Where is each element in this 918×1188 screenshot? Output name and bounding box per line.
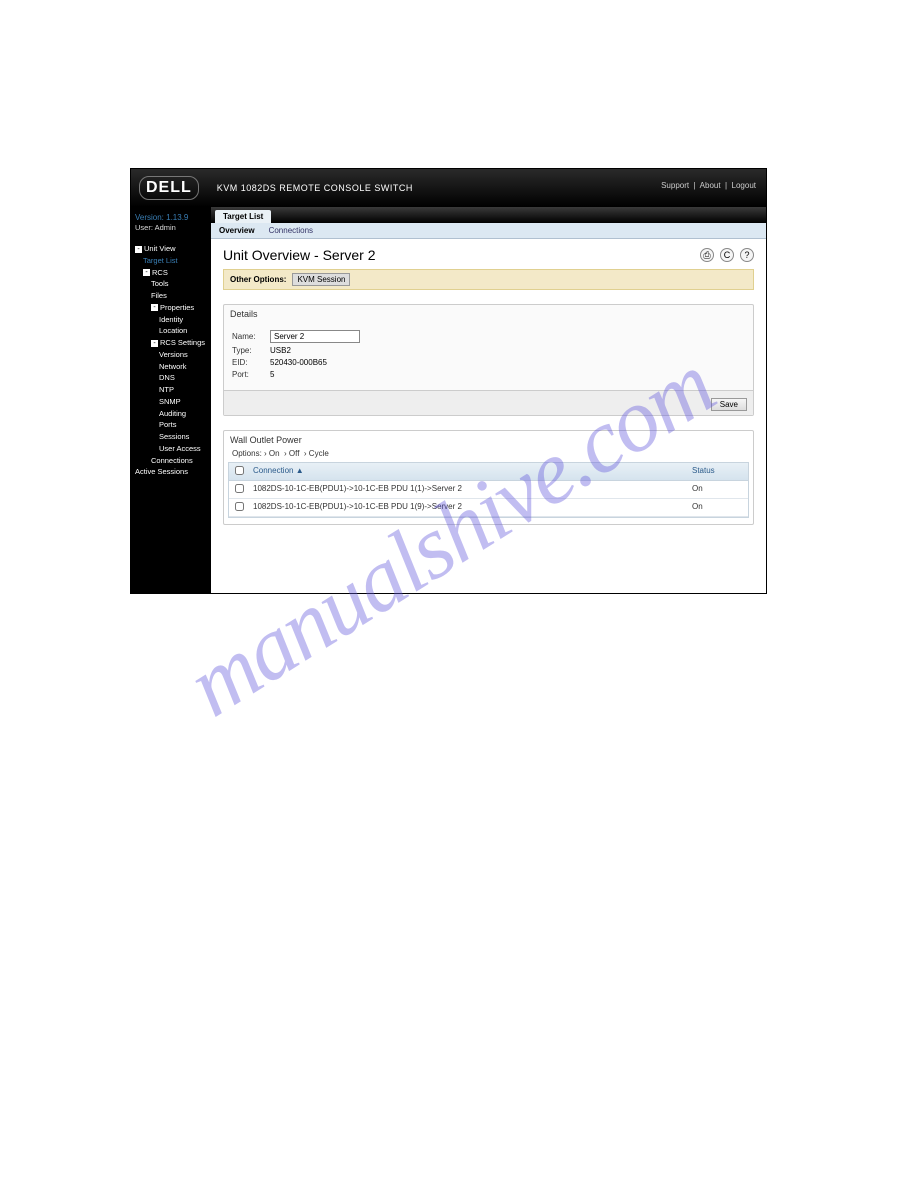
select-all-checkbox[interactable] [235, 466, 244, 475]
nav-dns[interactable]: DNS [135, 372, 207, 384]
collapse-icon[interactable]: - [151, 304, 158, 311]
nav-network[interactable]: Network [135, 361, 207, 373]
collapse-icon[interactable]: - [143, 269, 150, 276]
subtab-overview[interactable]: Overview [219, 226, 255, 235]
nav-target-list[interactable]: Target List [135, 255, 207, 267]
other-options-label: Other Options: [230, 275, 286, 284]
title-icons: ⎙ C ? [700, 248, 754, 262]
table-header: Connection ▲ Status [229, 463, 748, 481]
product-title: KVM 1082DS REMOTE CONSOLE SWITCH [217, 183, 413, 193]
detail-port-row: Port: 5 [232, 370, 745, 379]
details-body: Name: Type: USB2 EID: 520430-000B65 P [224, 323, 753, 390]
type-value: USB2 [270, 346, 291, 355]
tab-bar: Target List [211, 207, 766, 223]
col-connection[interactable]: Connection ▲ [249, 463, 688, 480]
sub-tab-bar: Overview Connections [211, 223, 766, 239]
collapse-icon[interactable]: - [151, 340, 158, 347]
eid-label: EID: [232, 358, 262, 367]
col-status[interactable]: Status [688, 463, 748, 480]
details-panel: Details Name: Type: USB2 EID: 520430-00 [223, 304, 754, 416]
port-value: 5 [270, 370, 274, 379]
refresh-icon[interactable]: C [720, 248, 734, 262]
kvm-session-button[interactable]: KVM Session [292, 273, 350, 286]
type-label: Type: [232, 346, 262, 355]
help-icon[interactable]: ? [740, 248, 754, 262]
option-on[interactable]: On [269, 449, 280, 458]
option-cycle[interactable]: Cycle [309, 449, 329, 458]
nav-sessions[interactable]: Sessions [135, 431, 207, 443]
nav-active-sessions[interactable]: Active Sessions [135, 466, 207, 478]
name-input[interactable] [270, 330, 360, 343]
row-status: On [688, 499, 748, 516]
nav-auditing[interactable]: Auditing [135, 408, 207, 420]
wall-outlet-options: Options: › On › Off › Cycle [224, 449, 753, 462]
nav-versions[interactable]: Versions [135, 349, 207, 361]
nav-snmp[interactable]: SNMP [135, 396, 207, 408]
other-options-bar: Other Options: KVM Session [223, 269, 754, 290]
dell-logo: DELL [139, 176, 199, 200]
nav-connections[interactable]: Connections [135, 455, 207, 467]
nav-user-access[interactable]: User Access [135, 443, 207, 455]
row-connection: 1082DS-10-1C-EB(PDU1)->10-1C-EB PDU 1(9)… [249, 499, 688, 516]
options-label: Options: [232, 449, 262, 458]
row-checkbox[interactable] [235, 484, 244, 493]
details-title: Details [224, 305, 753, 323]
print-icon[interactable]: ⎙ [700, 248, 714, 262]
wall-outlet-table: Connection ▲ Status 1082DS-10-1C-EB(PDU1… [228, 462, 749, 518]
header-links: Support | About | Logout [661, 181, 756, 190]
nav-tree: -Unit View Target List -RCS Tools Files … [135, 243, 207, 478]
nav-ntp[interactable]: NTP [135, 384, 207, 396]
detail-name-row: Name: [232, 330, 745, 343]
content-inner: Unit Overview - Server 2 ⎙ C ? Other Opt… [211, 239, 766, 593]
tab-target-list[interactable]: Target List [215, 210, 271, 223]
about-link[interactable]: About [700, 181, 721, 190]
title-row: Unit Overview - Server 2 ⎙ C ? [223, 247, 754, 263]
eid-value: 520430-000B65 [270, 358, 327, 367]
row-connection: 1082DS-10-1C-EB(PDU1)->10-1C-EB PDU 1(1)… [249, 481, 688, 498]
user-label: User: Admin [135, 223, 207, 233]
nav-identity[interactable]: Identity [135, 314, 207, 326]
details-footer: Save [224, 390, 753, 415]
logout-link[interactable]: Logout [732, 181, 756, 190]
collapse-icon[interactable]: - [135, 246, 142, 253]
sort-asc-icon: ▲ [296, 466, 304, 475]
option-off[interactable]: Off [289, 449, 300, 458]
wall-outlet-title: Wall Outlet Power [224, 431, 753, 449]
name-label: Name: [232, 332, 262, 341]
app-window: DELL KVM 1082DS REMOTE CONSOLE SWITCH Su… [130, 168, 767, 594]
detail-eid-row: EID: 520430-000B65 [232, 358, 745, 367]
detail-type-row: Type: USB2 [232, 346, 745, 355]
page-title: Unit Overview - Server 2 [223, 247, 375, 263]
table-row: 1082DS-10-1C-EB(PDU1)->10-1C-EB PDU 1(1)… [229, 481, 748, 499]
row-checkbox[interactable] [235, 502, 244, 511]
support-link[interactable]: Support [661, 181, 689, 190]
nav-ports[interactable]: Ports [135, 419, 207, 431]
nav-location[interactable]: Location [135, 325, 207, 337]
header-bar: DELL KVM 1082DS REMOTE CONSOLE SWITCH Su… [131, 169, 766, 207]
nav-unit-view[interactable]: -Unit View [135, 243, 207, 255]
content-area: Target List Overview Connections Unit Ov… [211, 207, 766, 593]
main-body: Version: 1.13.9 User: Admin -Unit View T… [131, 207, 766, 593]
nav-rcs[interactable]: -RCS [135, 267, 207, 279]
row-status: On [688, 481, 748, 498]
version-label: Version: 1.13.9 [135, 213, 207, 223]
table-row: 1082DS-10-1C-EB(PDU1)->10-1C-EB PDU 1(9)… [229, 499, 748, 517]
nav-properties[interactable]: -Properties [135, 302, 207, 314]
subtab-connections[interactable]: Connections [269, 226, 313, 235]
sidebar: Version: 1.13.9 User: Admin -Unit View T… [131, 207, 211, 593]
port-label: Port: [232, 370, 262, 379]
nav-files[interactable]: Files [135, 290, 207, 302]
wall-outlet-panel: Wall Outlet Power Options: › On › Off › … [223, 430, 754, 525]
save-button[interactable]: Save [711, 398, 747, 411]
nav-tools[interactable]: Tools [135, 278, 207, 290]
nav-rcs-settings[interactable]: -RCS Settings [135, 337, 207, 349]
